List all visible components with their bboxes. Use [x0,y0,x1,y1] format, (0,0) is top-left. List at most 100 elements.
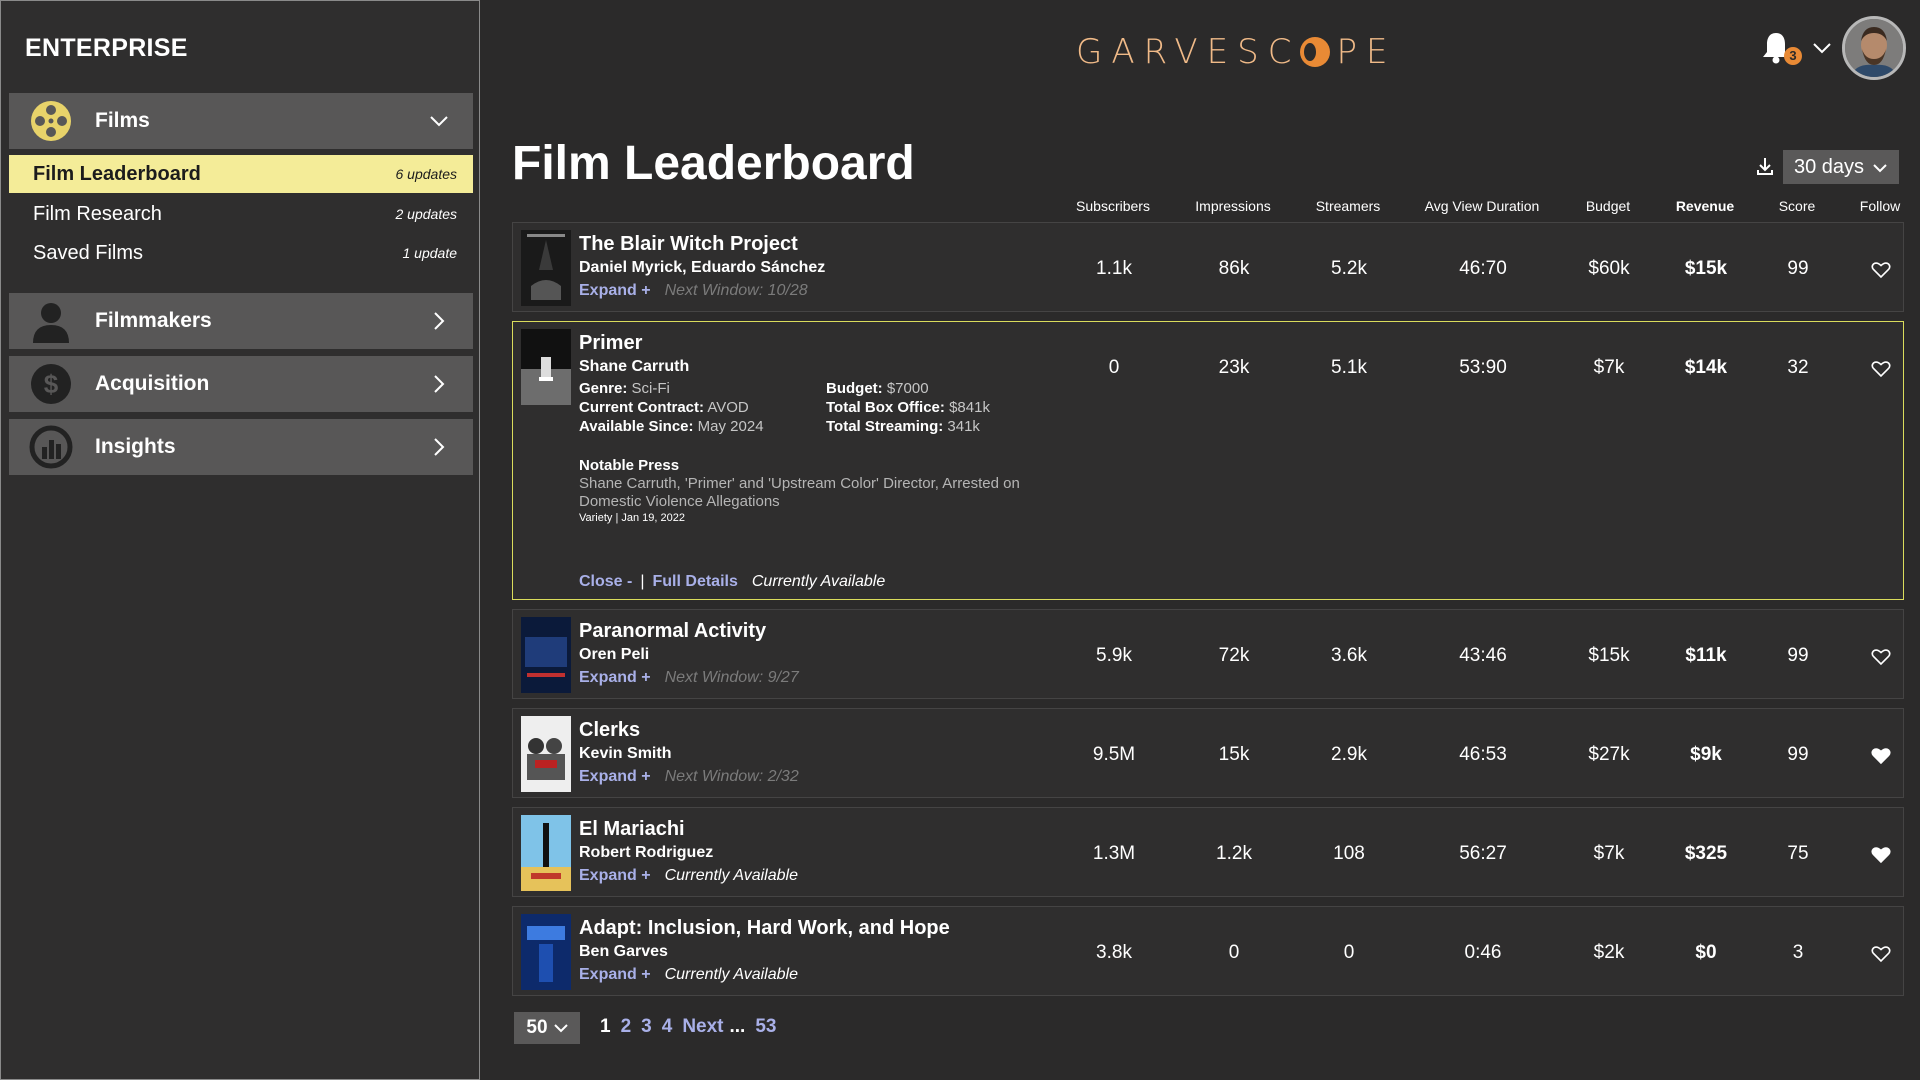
film-director: Shane Carruth [579,358,690,375]
nav-section-insights[interactable]: Insights [9,419,473,475]
expand-link[interactable]: Expand + [579,282,651,300]
follow-heart-outline-icon[interactable] [1871,648,1891,666]
sidebar-item-film-research[interactable]: Film Research 2 updates [9,195,473,233]
column-header-impressions[interactable]: Impressions [1195,198,1270,214]
link-separator: | [640,573,645,590]
film-title[interactable]: Adapt: Inclusion, Hard Work, and Hope [579,917,950,940]
sidebar: ENTERPRISE Films Film Leaderboard 6 upda… [0,0,480,1080]
update-count: 6 updates [395,166,458,182]
impressions-value: 72k [1218,645,1250,666]
expand-link[interactable]: Expand + [579,966,651,984]
expand-link[interactable]: Expand + [579,768,651,786]
column-header-score[interactable]: Score [1779,198,1816,214]
revenue-value: $11k [1685,645,1727,666]
brand-label: ENTERPRISE [25,34,188,62]
nav-section-acquisition[interactable]: $ Acquisition [9,356,473,412]
film-poster [521,716,571,792]
score-value: 3 [1792,942,1804,963]
update-count: 1 update [402,245,458,261]
page-link-4[interactable]: 4 [662,1016,673,1038]
subscribers-value: 3.8k [1096,942,1132,963]
page-link-3[interactable]: 3 [641,1016,652,1038]
window-status: Next Window: 9/27 [664,669,799,686]
follow-heart-outline-icon[interactable] [1871,360,1891,378]
genre-line: Genre: Sci-Fi [579,380,670,397]
subscribers-value: 5.9k [1096,645,1132,666]
film-row[interactable]: El Mariachi Robert Rodriguez Expand + Cu… [512,807,1904,897]
avg-view-value: 46:70 [1459,258,1507,279]
period-dropdown[interactable]: 30 days [1783,150,1899,184]
user-avatar[interactable] [1842,16,1906,80]
next-page-link[interactable]: Next [682,1016,723,1038]
per-page-value: 50 [526,1017,548,1038]
impressions-value: 1.2k [1216,843,1252,864]
score-value: 32 [1787,357,1809,378]
nav-section-label: Films [95,109,150,132]
follow-heart-outline-icon[interactable] [1871,945,1891,963]
film-poster [521,329,571,405]
column-header-revenue[interactable]: Revenue [1676,198,1734,214]
nav-section-label: Filmmakers [95,309,212,332]
last-page-link[interactable]: 53 [755,1016,776,1038]
per-page-dropdown[interactable]: 50 [514,1012,580,1044]
chevron-down-icon[interactable] [1812,36,1836,60]
film-title[interactable]: Paranormal Activity [579,620,766,643]
subscribers-value: 0 [1108,357,1120,378]
streamers-value: 2.9k [1331,744,1367,765]
film-row[interactable]: The Blair Witch Project Daniel Myrick, E… [512,222,1904,312]
press-headline[interactable]: Shane Carruth, 'Primer' and 'Upstream Co… [579,475,1020,492]
subscribers-value: 1.3M [1092,843,1136,864]
person-icon [27,297,75,345]
window-status: Next Window: 2/32 [664,768,799,785]
available-label: Available Since: [579,418,694,435]
press-headline-cont[interactable]: Domestic Violence Allegations [579,493,780,510]
chevron-right-icon[interactable] [419,364,459,404]
page-link-1[interactable]: 1 [600,1016,611,1038]
film-row[interactable]: Adapt: Inclusion, Hard Work, and Hope Be… [512,906,1904,996]
expand-link[interactable]: Expand + [579,669,651,687]
film-title[interactable]: The Blair Witch Project [579,233,798,256]
detail-budget-value: $7000 [886,380,929,397]
detail-budget-line: Budget: $7000 [826,380,929,397]
full-details-link[interactable]: Full Details [653,573,738,591]
close-link[interactable]: Close - [579,573,632,591]
nav-section-filmmakers[interactable]: Filmmakers [9,293,473,349]
film-title[interactable]: Primer [579,332,642,355]
budget-value: $60k [1588,258,1630,279]
availability-status: Currently Available [664,867,798,884]
dollar-icon: $ [27,360,75,408]
detail-budget-label: Budget: [826,380,883,397]
chevron-down-icon[interactable] [419,101,459,141]
avg-view-value: 56:27 [1459,843,1507,864]
column-header-subscribers[interactable]: Subscribers [1076,198,1150,214]
film-row-expanded[interactable]: Primer Shane Carruth Genre: Sci-Fi Curre… [512,321,1904,600]
expand-link[interactable]: Expand + [579,867,651,885]
sidebar-item-saved-films[interactable]: Saved Films 1 update [9,234,473,272]
page-link-2[interactable]: 2 [621,1016,632,1038]
column-header-avg-view-duration[interactable]: Avg View Duration [1425,198,1540,214]
streamers-value: 0 [1343,942,1355,963]
follow-heart-filled-icon[interactable] [1871,846,1891,864]
film-poster [521,914,571,990]
svg-text:$: $ [44,369,59,399]
film-row[interactable]: Paranormal Activity Oren Peli Expand + N… [512,609,1904,699]
follow-heart-outline-icon[interactable] [1871,261,1891,279]
notification-badge: 3 [1784,47,1802,65]
column-header-streamers[interactable]: Streamers [1316,198,1381,214]
follow-heart-filled-icon[interactable] [1871,747,1891,765]
press-heading: Notable Press [579,457,680,474]
chevron-right-icon[interactable] [419,427,459,467]
chevron-right-icon[interactable] [419,301,459,341]
sidebar-item-film-leaderboard[interactable]: Film Leaderboard 6 updates [9,155,473,193]
nav-section-label: Insights [95,435,176,458]
download-icon[interactable] [1756,156,1776,176]
film-row[interactable]: Clerks Kevin Smith Expand + Next Window:… [512,708,1904,798]
garvescope-logo: GARVESC PE [1076,32,1396,72]
chevron-down-icon [1872,156,1888,179]
film-reel-icon [27,97,75,145]
column-header-budget[interactable]: Budget [1586,198,1630,214]
film-title[interactable]: El Mariachi [579,818,685,841]
revenue-value: $14k [1684,357,1728,378]
film-title[interactable]: Clerks [579,719,640,742]
nav-section-films[interactable]: Films [9,93,473,149]
